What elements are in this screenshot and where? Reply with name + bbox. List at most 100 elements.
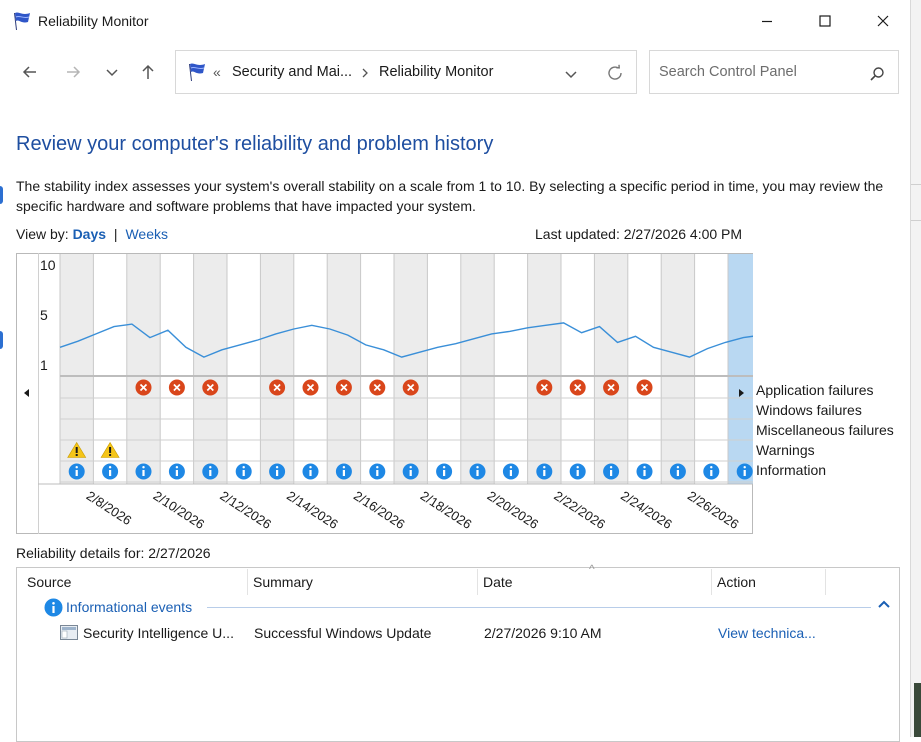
warning-icon-dot bbox=[109, 454, 112, 456]
info-icon-mark bbox=[676, 470, 679, 476]
breadcrumb-overflow-button[interactable]: « bbox=[213, 64, 221, 80]
breadcrumb-reliability-monitor[interactable]: Reliability Monitor bbox=[379, 64, 493, 80]
info-icon-mark bbox=[109, 470, 112, 476]
details-table: ^ Source Summary Date Action Information… bbox=[16, 562, 900, 742]
info-icon-dot bbox=[543, 466, 546, 469]
column-divider[interactable] bbox=[247, 569, 248, 595]
day-column-shade[interactable] bbox=[594, 254, 628, 484]
reliability-chart[interactable]: 10 5 1 2/8/2026 2/10/2026 2/12/2026 2/14/2026 2… bbox=[16, 253, 753, 534]
legend-application-failures: Application failures bbox=[756, 382, 874, 398]
address-history-button[interactable] bbox=[560, 63, 582, 85]
title-bar: Reliability Monitor bbox=[0, 0, 910, 42]
selected-day-column[interactable] bbox=[728, 254, 753, 484]
forward-button[interactable] bbox=[60, 59, 86, 85]
info-icon-dot bbox=[643, 466, 646, 469]
arrow-right-icon bbox=[67, 66, 81, 78]
day-column-shade[interactable] bbox=[460, 254, 495, 484]
day-column-shade[interactable] bbox=[394, 254, 428, 484]
info-icon-mark bbox=[242, 470, 245, 476]
day-column-shade[interactable] bbox=[527, 254, 561, 484]
table-row[interactable]: Security Intelligence U... Successful Wi… bbox=[17, 622, 899, 644]
flag-icon bbox=[14, 12, 30, 30]
close-icon bbox=[877, 15, 889, 27]
recent-locations-button[interactable] bbox=[99, 59, 125, 85]
day-column-shade[interactable] bbox=[327, 254, 361, 484]
day-column-shade[interactable] bbox=[193, 254, 227, 484]
legend-miscellaneous-failures: Miscellaneous failures bbox=[756, 422, 894, 438]
info-icon-dot bbox=[342, 466, 346, 469]
y-tick-label: 1 bbox=[40, 357, 48, 373]
info-icon-dot bbox=[409, 466, 412, 469]
y-tick-label: 10 bbox=[40, 257, 56, 273]
background-window-edge bbox=[910, 0, 921, 737]
close-button[interactable] bbox=[854, 0, 912, 42]
info-icon-dot bbox=[676, 466, 680, 469]
view-technical-details-link[interactable]: View technica... bbox=[718, 625, 816, 641]
background-accent bbox=[0, 186, 3, 204]
page-title: Review your computer's reliability and p… bbox=[16, 133, 494, 155]
column-divider[interactable] bbox=[825, 569, 826, 595]
column-action[interactable]: Action bbox=[717, 574, 756, 590]
column-divider[interactable] bbox=[711, 569, 712, 595]
info-icon-dot bbox=[576, 466, 579, 469]
back-button[interactable] bbox=[17, 59, 43, 85]
info-icon-dot bbox=[509, 466, 513, 469]
info-icon-dot bbox=[743, 466, 746, 469]
column-summary[interactable]: Summary bbox=[253, 574, 313, 590]
info-icon-mark bbox=[342, 470, 345, 476]
day-column-shade[interactable] bbox=[260, 254, 294, 484]
info-icon-mark bbox=[509, 470, 512, 476]
refresh-button[interactable] bbox=[602, 61, 628, 85]
info-icon-dot bbox=[442, 466, 446, 469]
row-source: Security Intelligence U... bbox=[83, 625, 234, 641]
legend-warnings: Warnings bbox=[756, 442, 815, 458]
details-label: Reliability details for: 2/27/2026 bbox=[16, 545, 211, 561]
info-icon-mark bbox=[276, 470, 279, 476]
info-icon-dot bbox=[175, 466, 179, 469]
info-icon-dot bbox=[275, 466, 279, 469]
view-days-link[interactable]: Days bbox=[73, 226, 106, 242]
maximize-button[interactable] bbox=[796, 0, 854, 42]
group-informational-events[interactable]: Informational events bbox=[17, 596, 899, 618]
minimize-button[interactable] bbox=[738, 0, 796, 42]
window-title: Reliability Monitor bbox=[38, 13, 149, 29]
reliability-chart-svg[interactable]: 10512/8/2026 2/10/2026 2/12/2026 2/14/2026 2… bbox=[16, 253, 753, 534]
info-icon-dot bbox=[609, 466, 613, 469]
arrow-left-icon bbox=[22, 66, 36, 78]
chevron-right-icon bbox=[362, 68, 368, 78]
info-icon-mark bbox=[443, 470, 446, 476]
refresh-icon bbox=[608, 64, 622, 80]
arrow-up-icon bbox=[142, 64, 154, 79]
page-description: The stability index assesses your system… bbox=[16, 178, 884, 214]
column-date[interactable]: Date bbox=[483, 574, 513, 590]
search-icon[interactable] bbox=[866, 63, 888, 85]
breadcrumb-security-and-maintenance[interactable]: Security and Mai... bbox=[232, 64, 352, 80]
info-icon-mark bbox=[743, 470, 746, 476]
reliability-monitor-window: Reliability Monitor « Security and Mai..… bbox=[0, 0, 910, 742]
day-column-shade[interactable] bbox=[126, 254, 161, 484]
address-bar[interactable]: « Security and Mai... Reliability Monito… bbox=[175, 50, 637, 94]
day-column-shade[interactable] bbox=[661, 254, 695, 484]
info-icon-mark bbox=[710, 470, 713, 476]
flag-icon bbox=[189, 63, 205, 81]
legend-information: Information bbox=[756, 462, 827, 478]
chevron-down-icon bbox=[565, 71, 577, 79]
breadcrumb-separator[interactable] bbox=[361, 66, 369, 84]
view-separator: | bbox=[113, 226, 118, 242]
info-icon-mark bbox=[309, 470, 312, 476]
info-icon-dot bbox=[108, 466, 112, 469]
background-divider bbox=[911, 184, 921, 185]
minimize-icon bbox=[762, 20, 772, 23]
search-input[interactable] bbox=[650, 51, 860, 93]
group-label: Informational events bbox=[66, 599, 193, 615]
info-icon-mark bbox=[376, 470, 379, 476]
column-source[interactable]: Source bbox=[27, 574, 71, 590]
collapse-group-button[interactable] bbox=[877, 597, 891, 616]
info-icon-mark bbox=[175, 470, 178, 476]
view-by-bar: View by: Days | Weeks bbox=[16, 226, 168, 242]
view-weeks-link[interactable]: Weeks bbox=[125, 226, 168, 242]
column-divider[interactable] bbox=[477, 569, 478, 595]
up-button[interactable] bbox=[135, 59, 161, 85]
info-icon-mark bbox=[209, 470, 212, 476]
search-box[interactable] bbox=[649, 50, 899, 94]
